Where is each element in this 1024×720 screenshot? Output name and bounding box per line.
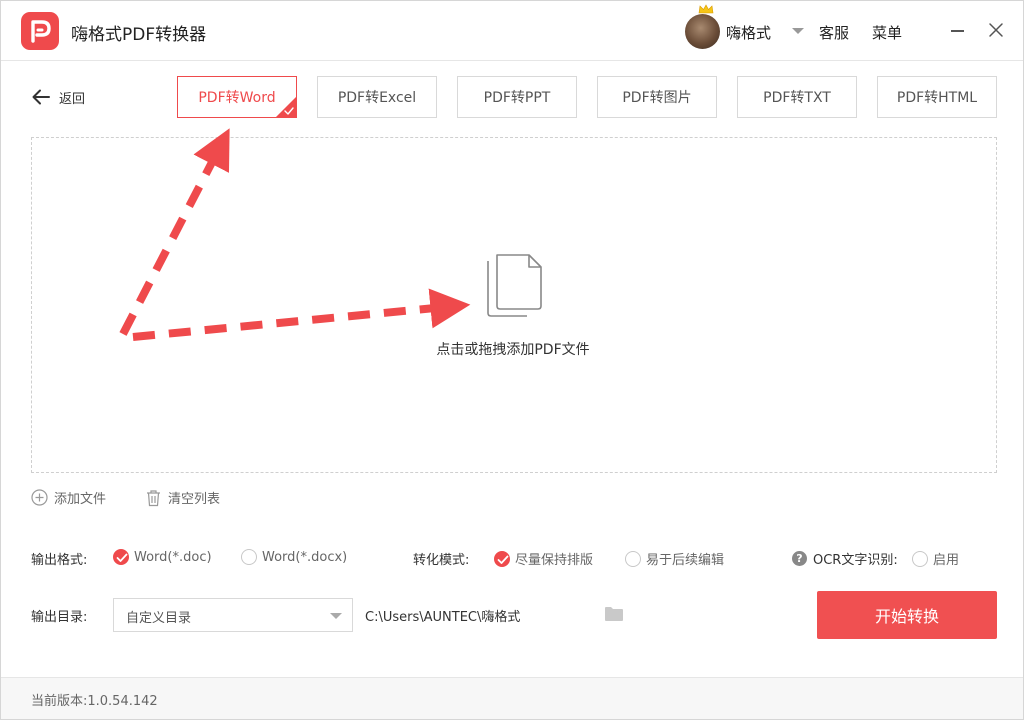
radio-unchecked-icon [625, 550, 641, 567]
chevron-down-icon [330, 613, 342, 619]
output-dir-select-value: 自定义目录 [126, 611, 192, 626]
radio-unchecked-icon [912, 550, 928, 567]
username[interactable]: 嗨格式 [726, 22, 771, 43]
conversion-mode-label: 转化模式: [413, 553, 470, 568]
app-window: 嗨格式PDF转换器 嗨格式 客服 菜单 返回 PDF转Word PDF转Exce… [0, 0, 1024, 720]
format-doc-radio[interactable]: Word(*.doc) [113, 549, 212, 565]
add-file-label: 添加文件 [54, 492, 107, 507]
output-dir-path: C:\Users\AUNTEC\嗨格式 [365, 610, 521, 625]
tab-label: PDF转TXT [763, 90, 831, 106]
folder-icon[interactable] [604, 606, 624, 622]
menu-link[interactable]: 菜单 [872, 22, 902, 43]
tab-pdf-to-txt[interactable]: PDF转TXT [737, 76, 857, 118]
arrow-left-icon [32, 89, 50, 105]
radio-checked-icon [113, 549, 129, 565]
ocr-enable-radio[interactable]: 启用 [912, 549, 959, 568]
minimize-icon[interactable] [947, 19, 969, 41]
tab-label: PDF转HTML [896, 90, 978, 106]
app-title: 嗨格式PDF转换器 [71, 25, 207, 45]
tab-label: PDF转Excel [337, 90, 417, 106]
help-icon[interactable]: ? [792, 551, 807, 566]
plus-circle-icon [31, 489, 48, 506]
tab-label: PDF转图片 [622, 90, 692, 106]
tab-pdf-to-word[interactable]: PDF转Word [177, 76, 297, 118]
avatar[interactable] [685, 14, 720, 49]
back-button[interactable]: 返回 [31, 87, 85, 107]
output-dir-select[interactable]: 自定义目录 [113, 598, 353, 632]
check-corner-icon [275, 96, 297, 118]
clear-list-button[interactable]: 清空列表 [145, 488, 220, 507]
version-label: 当前版本:1.0.54.142 [31, 694, 158, 709]
clear-list-label: 清空列表 [168, 492, 221, 507]
back-label: 返回 [59, 91, 86, 107]
tab-label: PDF转Word [198, 90, 276, 106]
radio-checked-icon [494, 550, 510, 567]
close-icon[interactable] [985, 19, 1007, 41]
tab-pdf-to-ppt[interactable]: PDF转PPT [457, 76, 577, 118]
output-format-label: 输出格式: [31, 553, 88, 568]
tab-pdf-to-excel[interactable]: PDF转Excel [317, 76, 437, 118]
title-bar: 嗨格式PDF转换器 嗨格式 客服 菜单 [1, 1, 1023, 61]
trash-icon [147, 489, 160, 506]
customer-service-link[interactable]: 客服 [819, 22, 849, 43]
output-dir-label: 输出目录: [31, 610, 88, 625]
add-file-button[interactable]: 添加文件 [31, 488, 106, 507]
format-docx-radio[interactable]: Word(*.docx) [241, 549, 347, 565]
tab-label: PDF转PPT [483, 90, 551, 106]
ocr-label: OCR文字识别: [813, 553, 898, 568]
pdf-logo-icon [21, 12, 59, 50]
mode-easy-edit-radio[interactable]: 易于后续编辑 [625, 549, 724, 568]
tab-pdf-to-html[interactable]: PDF转HTML [877, 76, 997, 118]
radio-label: 尽量保持排版 [515, 553, 594, 568]
radio-label: Word(*.doc) [134, 549, 212, 565]
radio-label: 启用 [933, 553, 960, 568]
crown-icon [698, 4, 714, 14]
radio-label: 易于后续编辑 [646, 553, 725, 568]
start-convert-button[interactable]: 开始转换 [817, 591, 997, 639]
radio-label: Word(*.docx) [262, 549, 348, 565]
drop-zone-hint: 点击或拖拽添加PDF文件 [436, 342, 590, 358]
tab-pdf-to-image[interactable]: PDF转图片 [597, 76, 717, 118]
status-footer: 当前版本:1.0.54.142 [1, 677, 1023, 719]
mode-keep-layout-radio[interactable]: 尽量保持排版 [494, 549, 593, 568]
document-stack-icon[interactable] [485, 251, 545, 321]
radio-unchecked-icon [241, 549, 257, 565]
chevron-down-icon[interactable] [792, 28, 804, 34]
